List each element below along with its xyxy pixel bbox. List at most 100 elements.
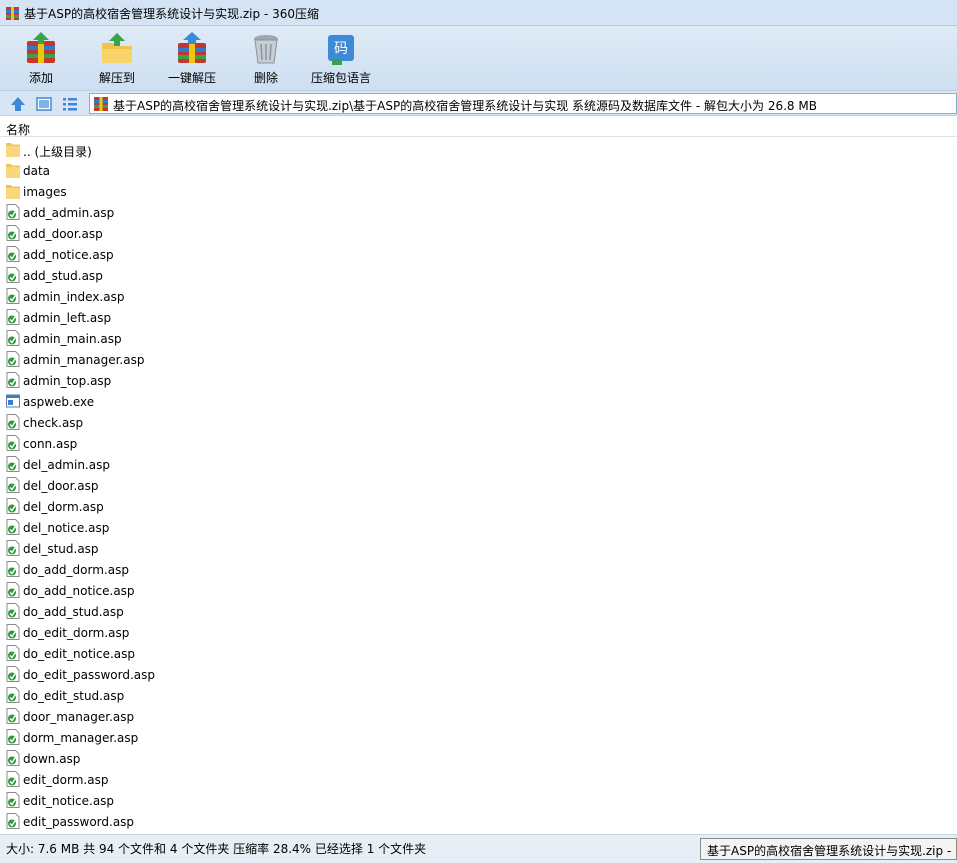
file-row[interactable]: del_notice.asp bbox=[0, 517, 957, 538]
asp-file-icon bbox=[6, 351, 20, 370]
file-row[interactable]: edit_password.asp bbox=[0, 811, 957, 832]
address-path: 基于ASP的高校宿舍管理系统设计与实现.zip\基于ASP的高校宿舍管理系统设计… bbox=[113, 99, 817, 113]
file-name: conn.asp bbox=[23, 437, 78, 451]
file-row[interactable]: add_door.asp bbox=[0, 223, 957, 244]
file-name: del_notice.asp bbox=[23, 521, 110, 535]
file-row[interactable]: add_notice.asp bbox=[0, 244, 957, 265]
tooltip-text: 基于ASP的高校宿舍管理系统设计与实现.zip - 360压缩 bbox=[707, 844, 956, 858]
file-name: do_edit_dorm.asp bbox=[23, 626, 130, 640]
file-name: edit_dorm.asp bbox=[23, 773, 109, 787]
asp-file-icon bbox=[6, 288, 20, 307]
file-row[interactable]: del_admin.asp bbox=[0, 454, 957, 475]
asp-file-icon bbox=[6, 309, 20, 328]
folder-row[interactable]: .. (上级目录) bbox=[0, 139, 957, 160]
file-name: admin_left.asp bbox=[23, 311, 112, 325]
up-arrow-icon[interactable] bbox=[9, 95, 27, 113]
file-row[interactable]: del_stud.asp bbox=[0, 538, 957, 559]
folder-icon bbox=[6, 183, 20, 202]
asp-file-icon bbox=[6, 477, 20, 496]
file-name: add_stud.asp bbox=[23, 269, 103, 283]
file-row[interactable]: admin_manager.asp bbox=[0, 349, 957, 370]
file-name: check.asp bbox=[23, 416, 84, 430]
asp-file-icon bbox=[6, 603, 20, 622]
file-name: admin_manager.asp bbox=[23, 353, 145, 367]
file-name: data bbox=[23, 164, 51, 178]
add-button[interactable]: 添加 bbox=[18, 26, 64, 90]
asp-file-icon bbox=[6, 456, 20, 475]
asp-file-icon bbox=[6, 624, 20, 643]
file-row[interactable]: admin_index.asp bbox=[0, 286, 957, 307]
file-name: .. (上级目录) bbox=[23, 145, 92, 159]
file-row[interactable]: edit_notice.asp bbox=[0, 790, 957, 811]
file-row[interactable]: do_edit_dorm.asp bbox=[0, 622, 957, 643]
archive-language-button[interactable]: 码 压缩包语言 bbox=[308, 26, 374, 90]
file-row[interactable]: del_door.asp bbox=[0, 475, 957, 496]
file-row[interactable]: do_add_dorm.asp bbox=[0, 559, 957, 580]
asp-file-icon bbox=[6, 750, 20, 769]
svg-text:码: 码 bbox=[334, 41, 348, 57]
file-row[interactable]: add_stud.asp bbox=[0, 265, 957, 286]
file-row[interactable]: do_edit_stud.asp bbox=[0, 685, 957, 706]
file-row[interactable]: aspweb.exe bbox=[0, 391, 957, 412]
asp-file-icon bbox=[6, 372, 20, 391]
asp-file-icon bbox=[6, 645, 20, 664]
asp-file-icon bbox=[6, 540, 20, 559]
file-row[interactable]: admin_main.asp bbox=[0, 328, 957, 349]
file-name: do_add_notice.asp bbox=[23, 584, 135, 598]
details-view-icon[interactable] bbox=[61, 95, 79, 113]
address-bar[interactable]: 基于ASP的高校宿舍管理系统设计与实现.zip\基于ASP的高校宿舍管理系统设计… bbox=[89, 93, 957, 114]
file-name: do_edit_notice.asp bbox=[23, 647, 136, 661]
delete-button[interactable]: 删除 bbox=[246, 26, 286, 90]
file-row[interactable]: door_manager.asp bbox=[0, 706, 957, 727]
file-name: add_door.asp bbox=[23, 227, 103, 241]
asp-file-icon bbox=[6, 414, 20, 433]
asp-file-icon bbox=[6, 498, 20, 517]
file-row[interactable]: do_edit_password.asp bbox=[0, 664, 957, 685]
asp-file-icon bbox=[6, 204, 20, 223]
file-row[interactable]: do_add_notice.asp bbox=[0, 580, 957, 601]
file-name: door_manager.asp bbox=[23, 710, 135, 724]
file-row[interactable]: do_edit_notice.asp bbox=[0, 643, 957, 664]
file-name: do_edit_stud.asp bbox=[23, 689, 125, 703]
file-row[interactable]: admin_top.asp bbox=[0, 370, 957, 391]
file-row[interactable]: del_dorm.asp bbox=[0, 496, 957, 517]
folder-icon bbox=[6, 162, 20, 181]
file-name: edit_notice.asp bbox=[23, 794, 115, 808]
asp-file-icon bbox=[6, 666, 20, 685]
title-bar: 基于ASP的高校宿舍管理系统设计与实现.zip - 360压缩 bbox=[0, 0, 957, 26]
file-name: aspweb.exe bbox=[23, 395, 95, 409]
file-name: admin_index.asp bbox=[23, 290, 125, 304]
folder-row[interactable]: images bbox=[0, 181, 957, 202]
window-title: 基于ASP的高校宿舍管理系统设计与实现.zip - 360压缩 bbox=[24, 7, 319, 21]
file-row[interactable]: edit_dorm.asp bbox=[0, 769, 957, 790]
file-row[interactable]: dorm_manager.asp bbox=[0, 727, 957, 748]
one-click-extract-button[interactable]: 一键解压 bbox=[164, 26, 220, 90]
file-row[interactable]: do_add_stud.asp bbox=[0, 601, 957, 622]
file-row[interactable]: check.asp bbox=[0, 412, 957, 433]
file-name: del_stud.asp bbox=[23, 542, 99, 556]
large-icons-view-icon[interactable] bbox=[35, 95, 53, 113]
file-name: add_admin.asp bbox=[23, 206, 115, 220]
file-name: do_edit_password.asp bbox=[23, 668, 156, 682]
file-name: admin_top.asp bbox=[23, 374, 112, 388]
asp-file-icon bbox=[6, 708, 20, 727]
archive-icon bbox=[94, 97, 108, 111]
asp-file-icon bbox=[6, 729, 20, 748]
folder-row[interactable]: data bbox=[0, 160, 957, 181]
file-name: down.asp bbox=[23, 752, 81, 766]
file-row[interactable]: admin_left.asp bbox=[0, 307, 957, 328]
navigation-bar: 基于ASP的高校宿舍管理系统设计与实现.zip\基于ASP的高校宿舍管理系统设计… bbox=[0, 90, 957, 116]
file-row[interactable]: add_admin.asp bbox=[0, 202, 957, 223]
file-name: images bbox=[23, 185, 67, 199]
file-row[interactable]: conn.asp bbox=[0, 433, 957, 454]
app-icon bbox=[6, 7, 19, 20]
folder-icon bbox=[6, 141, 20, 160]
name-column-header[interactable]: 名称 bbox=[0, 117, 957, 137]
exe-file-icon bbox=[6, 393, 20, 412]
file-name: dorm_manager.asp bbox=[23, 731, 139, 745]
toolbar: 添加 解压到 一键解压 删除 码 压缩包语言 bbox=[0, 26, 957, 90]
extract-to-button[interactable]: 解压到 bbox=[92, 26, 142, 90]
extract-folder-icon bbox=[102, 33, 132, 63]
add-archive-icon bbox=[27, 32, 55, 63]
file-row[interactable]: down.asp bbox=[0, 748, 957, 769]
